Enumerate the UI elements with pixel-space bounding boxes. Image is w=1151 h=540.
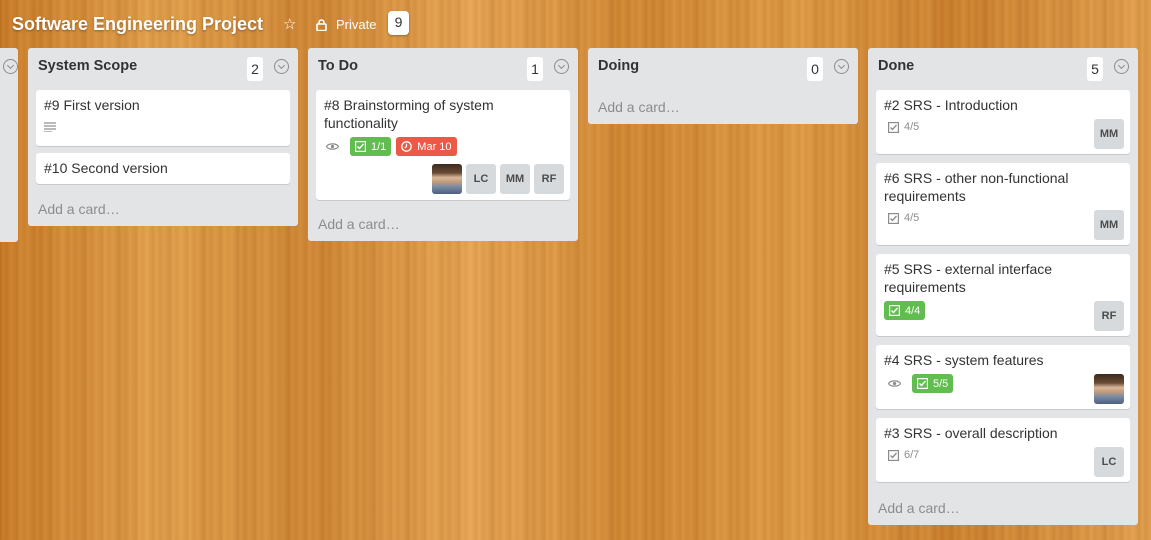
card-title: #9 First version	[44, 97, 140, 113]
card-title: #10 Second version	[44, 160, 168, 176]
member-avatar[interactable]: MM	[500, 164, 530, 194]
list-title[interactable]: Done	[878, 58, 914, 74]
clock-icon	[401, 141, 413, 152]
card-members: LC MM RF	[432, 164, 564, 194]
card-badges	[44, 122, 56, 132]
card[interactable]: #4 SRS - system features 5/5	[876, 345, 1130, 409]
member-avatar[interactable]: RF	[534, 164, 564, 194]
member-avatar[interactable]: MM	[1094, 119, 1124, 149]
chevron-down-icon[interactable]	[834, 59, 849, 74]
add-card-button[interactable]: Add a card…	[598, 99, 680, 115]
list-count-badge: 2	[247, 57, 263, 81]
list-title[interactable]: Doing	[598, 58, 639, 74]
checklist-icon	[888, 121, 899, 133]
list-count-badge: 0	[807, 57, 823, 81]
checklist-badge: 4/4	[884, 301, 926, 320]
star-icon[interactable]: ☆	[283, 17, 299, 33]
checklist-count: 5/5	[933, 377, 949, 390]
checklist-icon	[917, 378, 928, 389]
list-header: System Scope 2	[28, 48, 298, 88]
board-count-badge: 9	[388, 11, 409, 35]
card-badges: 4/4	[884, 301, 926, 320]
checklist-count: 4/5	[904, 212, 920, 224]
card-title: #6 SRS - other non-functional requiremen…	[884, 170, 1069, 204]
checklist-icon	[888, 449, 899, 461]
visibility-label: Private	[336, 17, 377, 32]
board-header: Software Engineering Project ☆ Private 9	[0, 0, 1151, 48]
card-title: #8 Brainstorming of system functionality	[324, 97, 494, 131]
checklist-icon	[889, 305, 900, 316]
list-header: Done 5	[868, 48, 1138, 88]
checklist-badge: 6/7	[884, 449, 919, 461]
card-title: #4 SRS - system features	[884, 352, 1044, 368]
list-to-do: To Do 1 #8 Brainstorming of system funct…	[308, 48, 578, 241]
avatar[interactable]	[1094, 374, 1124, 404]
checklist-icon	[888, 212, 899, 224]
card-badges: 4/5	[884, 121, 919, 133]
member-avatar[interactable]: LC	[466, 164, 496, 194]
partial-list	[0, 48, 18, 242]
card-badges: 1/1 Mar 10	[324, 137, 457, 156]
checklist-badge: 1/1	[350, 137, 392, 156]
card[interactable]: #9 First version	[36, 90, 290, 146]
checklist-badge: 4/5	[884, 121, 919, 133]
card-title: #2 SRS - Introduction	[884, 97, 1018, 113]
member-avatar[interactable]: LC	[1094, 447, 1124, 477]
chevron-down-icon[interactable]	[3, 59, 18, 74]
chevron-down-icon[interactable]	[274, 59, 289, 74]
eye-icon	[888, 380, 901, 387]
due-date-badge: Mar 10	[396, 137, 457, 156]
list-count-badge: 1	[527, 57, 543, 81]
list-doing: Doing 0 Add a card…	[588, 48, 858, 124]
card-members	[1094, 374, 1124, 404]
card-title: #5 SRS - external interface requirements	[884, 261, 1053, 295]
card[interactable]: #6 SRS - other non-functional requiremen…	[876, 163, 1130, 245]
list-system-scope: System Scope 2 #9 First version #10 Seco…	[28, 48, 298, 226]
card[interactable]: #10 Second version	[36, 153, 290, 184]
add-card-button[interactable]: Add a card…	[38, 201, 120, 217]
card-members: MM	[1094, 119, 1124, 149]
list-count-badge: 5	[1087, 57, 1103, 81]
chevron-down-icon[interactable]	[1114, 59, 1129, 74]
checklist-icon	[355, 141, 366, 152]
list-title[interactable]: System Scope	[38, 58, 137, 74]
lock-icon	[316, 19, 327, 31]
card-members: MM	[1094, 210, 1124, 240]
card[interactable]: #8 Brainstorming of system functionality…	[316, 90, 570, 200]
due-date: Mar 10	[417, 140, 452, 153]
chevron-down-icon[interactable]	[554, 59, 569, 74]
watch-badge	[884, 379, 907, 388]
card-members: RF	[1094, 301, 1124, 331]
checklist-badge: 4/5	[884, 212, 919, 224]
checklist-count: 4/4	[905, 304, 921, 317]
watch-badge	[324, 142, 345, 151]
card[interactable]: #5 SRS - external interface requirements…	[876, 254, 1130, 336]
card[interactable]: #2 SRS - Introduction 4/5 MM	[876, 90, 1130, 154]
add-card-button[interactable]: Add a card…	[878, 500, 960, 516]
checklist-count: 1/1	[371, 140, 387, 153]
add-card-button[interactable]: Add a card…	[318, 216, 400, 232]
member-avatar[interactable]: RF	[1094, 301, 1124, 331]
checklist-count: 4/5	[904, 121, 920, 133]
checklist-count: 6/7	[904, 449, 920, 461]
list-done: Done 5 #2 SRS - Introduction 4/5 MM #6 S…	[868, 48, 1138, 525]
card[interactable]: #3 SRS - overall description 6/7 LC	[876, 418, 1130, 482]
avatar[interactable]	[432, 164, 462, 194]
list-title[interactable]: To Do	[318, 58, 358, 74]
member-avatar[interactable]: MM	[1094, 210, 1124, 240]
board-title[interactable]: Software Engineering Project	[12, 14, 263, 35]
list-header: To Do 1	[308, 48, 578, 88]
checklist-badge: 5/5	[912, 374, 954, 393]
card-badges: 4/5	[884, 212, 919, 224]
visibility-button[interactable]: Private	[316, 16, 376, 34]
list-header: Doing 0	[588, 48, 858, 88]
description-icon	[44, 122, 56, 132]
card-title: #3 SRS - overall description	[884, 425, 1058, 441]
card-badges: 6/7	[884, 449, 919, 461]
card-badges: 5/5	[884, 374, 954, 393]
card-members: LC	[1094, 447, 1124, 477]
eye-icon	[326, 143, 339, 150]
